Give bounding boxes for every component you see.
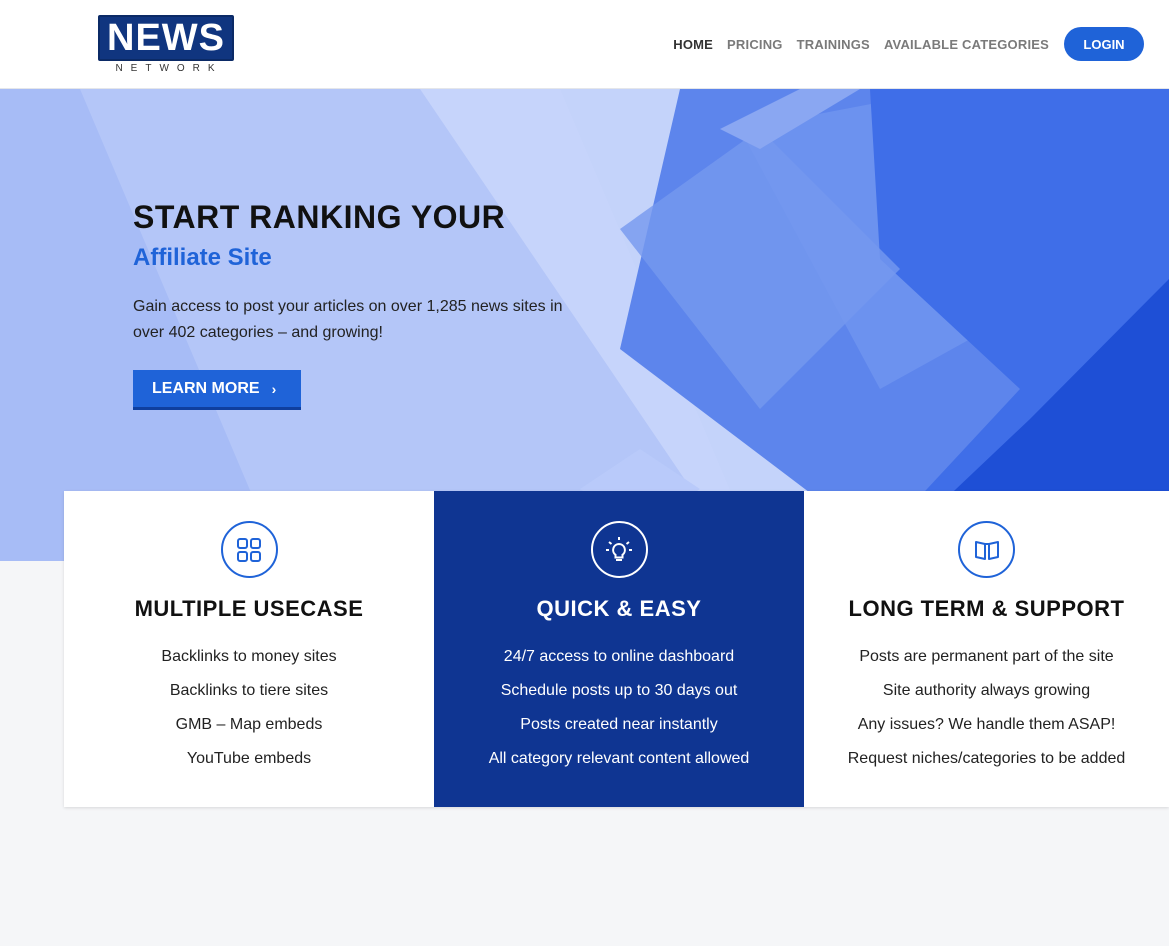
lightbulb-icon (590, 521, 648, 578)
list-item: Schedule posts up to 30 days out (500, 682, 738, 699)
list-item: Site authority always growing (882, 682, 1091, 699)
feature-title: QUICK & EASY (536, 596, 702, 621)
logo-subtitle: NETWORK (115, 63, 223, 74)
hero-title: START RANKING YOUR (133, 199, 506, 235)
list-item: Backlinks to tiere sites (169, 682, 329, 699)
nav-available-categories[interactable]: AVAILABLE CATEGORIES (884, 37, 1049, 52)
feature-list: Posts are permanent part of the site Sit… (804, 640, 1169, 776)
list-item: YouTube embeds (186, 750, 312, 767)
news-network-logo[interactable]: NEWS NETWORK (98, 15, 234, 74)
chevron-right-icon: › (271, 380, 277, 397)
learn-more-label: LEARN MORE (152, 379, 260, 397)
nav-home[interactable]: HOME (673, 37, 713, 52)
feature-card-quick-easy: QUICK & EASY 24/7 access to online dashb… (434, 491, 804, 807)
feature-list: Backlinks to money sites Backlinks to ti… (64, 640, 434, 776)
book-icon (958, 521, 1015, 578)
main-nav: HOME PRICING TRAININGS AVAILABLE CATEGOR… (673, 27, 1144, 61)
nav-pricing[interactable]: PRICING (727, 37, 783, 52)
learn-more-button[interactable]: LEARN MORE › (133, 370, 301, 410)
nav-trainings[interactable]: TRAININGS (797, 37, 870, 52)
list-item: GMB – Map embeds (175, 716, 323, 733)
list-item: Backlinks to money sites (161, 648, 337, 665)
site-header: NEWS NETWORK HOME PRICING TRAININGS AVAI… (0, 0, 1169, 89)
hero-content: START RANKING YOUR Affiliate Site Gain a… (133, 199, 583, 410)
grid-icon (220, 521, 278, 578)
feature-title: LONG TERM & SUPPORT (848, 596, 1125, 621)
list-item: Any issues? We handle them ASAP! (857, 716, 1116, 733)
hero-description: Gain access to post your articles on ove… (133, 298, 563, 341)
feature-list: 24/7 access to online dashboard Schedule… (434, 640, 804, 776)
list-item: 24/7 access to online dashboard (503, 648, 735, 665)
feature-card-long-term-support: LONG TERM & SUPPORT Posts are permanent … (804, 491, 1169, 807)
hero-subtitle: Affiliate Site (133, 244, 272, 271)
features-section: MULTIPLE USECASE Backlinks to money site… (64, 491, 1169, 807)
list-item: Request niches/categories to be added (847, 750, 1126, 767)
feature-card-multiple-usecase: MULTIPLE USECASE Backlinks to money site… (64, 491, 434, 807)
list-item: All category relevant content allowed (488, 750, 750, 767)
logo-mark: NEWS (98, 15, 234, 61)
list-item: Posts created near instantly (520, 716, 718, 733)
list-item: Posts are permanent part of the site (859, 648, 1114, 665)
login-button[interactable]: LOGIN (1064, 27, 1144, 61)
feature-title: MULTIPLE USECASE (134, 596, 364, 621)
